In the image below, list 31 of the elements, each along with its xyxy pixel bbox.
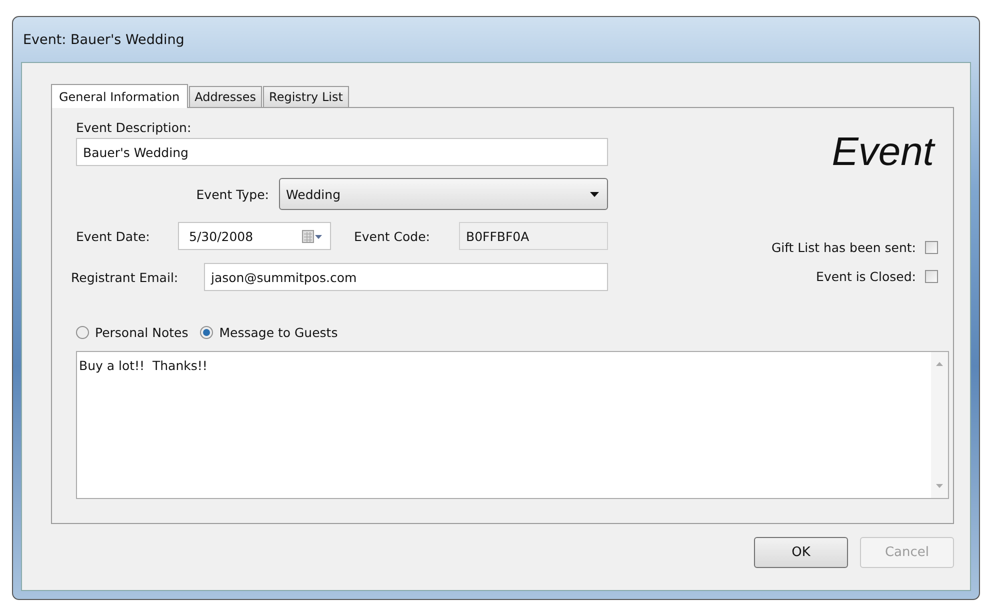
form-heading: Event	[832, 130, 934, 174]
email-field[interactable]: jason@summitpos.com	[204, 263, 608, 291]
window-title: Event: Bauer's Wedding	[23, 32, 184, 48]
calendar-icon	[302, 230, 322, 242]
checkbox[interactable]	[925, 270, 938, 283]
tab[interactable]: General Information	[51, 84, 188, 108]
tab[interactable]: Addresses	[188, 86, 262, 107]
description-field[interactable]: Bauer's Wedding	[76, 138, 608, 166]
dialog-button[interactable]: OK	[754, 537, 848, 568]
scroll-up-icon[interactable]	[936, 362, 943, 366]
field-label: Registrant Email:	[71, 270, 180, 284]
field-label: Event Description:	[76, 120, 192, 135]
checkbox[interactable]	[925, 241, 938, 254]
radio-label: Message to Guests	[219, 325, 338, 340]
scroll-down-icon[interactable]	[936, 484, 943, 488]
radio-button[interactable]	[200, 326, 214, 339]
scrollbar[interactable]	[931, 352, 948, 498]
event-code-field: B0FFBF0A	[459, 222, 608, 250]
message-textarea[interactable]: Buy a lot!! Thanks!!	[76, 351, 949, 499]
radio-label: Personal Notes	[95, 325, 188, 340]
field-label: Event Type:	[196, 186, 269, 202]
checkbox-label: Gift List has been sent:	[771, 240, 916, 255]
date-picker[interactable]: 5/30/2008	[178, 222, 331, 250]
message-text: Buy a lot!! Thanks!!	[78, 357, 208, 375]
caret-icon	[590, 192, 599, 196]
checkbox-label: Event is Closed:	[816, 269, 916, 284]
field-label: Event Date:	[76, 228, 151, 244]
radio-button[interactable]	[76, 326, 89, 339]
event-type-dropdown[interactable]: Wedding	[279, 178, 608, 210]
field-label: Event Code:	[354, 228, 431, 244]
tab[interactable]: Registry List	[263, 86, 349, 107]
